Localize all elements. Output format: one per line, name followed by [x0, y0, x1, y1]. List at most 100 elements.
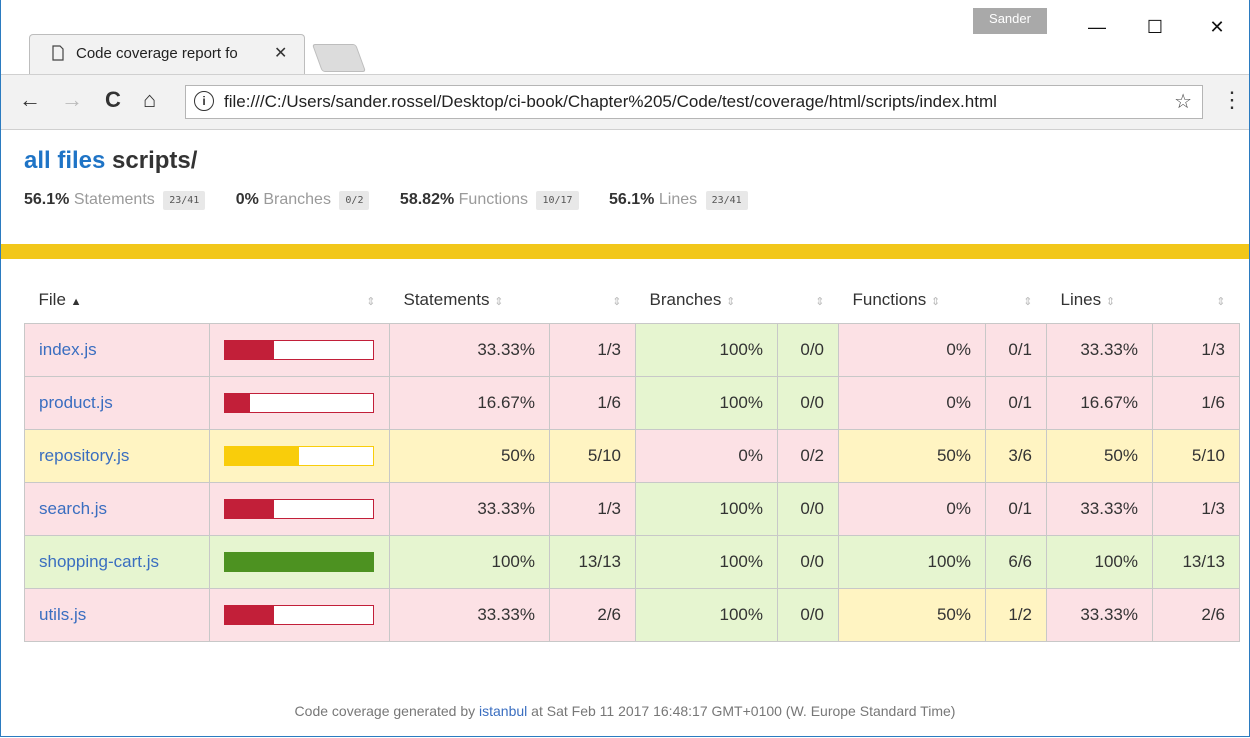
forward-icon[interactable]: → — [61, 87, 83, 113]
coverage-bar-cell — [209, 429, 390, 483]
browser-menu-icon[interactable]: ⋮ — [1221, 87, 1243, 113]
functions-fraction-header[interactable]: ⇕ — [986, 277, 1047, 324]
lines-pct: 56.1% — [609, 191, 655, 208]
coverage-status-bar — [1, 244, 1249, 259]
branches-fraction-cell: 0/0 — [777, 535, 839, 589]
coverage-bar-fill — [225, 341, 275, 359]
lines-pct-cell: 100% — [1046, 535, 1153, 589]
lines-fraction-cell: 5/10 — [1152, 429, 1240, 483]
coverage-bar — [224, 605, 374, 625]
coverage-bar-fill — [225, 553, 373, 571]
sort-icon: ⇕ — [366, 296, 376, 308]
branches-column-header[interactable]: Branches ⇕ — [636, 277, 778, 324]
coverage-bar — [224, 446, 374, 466]
profile-badge[interactable]: Sander — [973, 8, 1047, 34]
back-icon[interactable]: ← — [19, 87, 41, 113]
info-icon[interactable]: i — [194, 91, 214, 111]
table-row: shopping-cart.js 100% 13/13 100% 0/0 100% 6/6 1… — [24, 535, 1240, 589]
browser-tab[interactable]: Code coverage report fo ✕ — [29, 34, 305, 75]
folder-name: scripts/ — [112, 147, 198, 174]
tab-close-icon[interactable]: ✕ — [274, 43, 287, 63]
summary-functions: 58.82% Functions 10/17 — [400, 191, 579, 210]
file-link[interactable]: search.js — [39, 499, 107, 518]
summary-branches: 0% Branches 0/2 — [236, 191, 370, 210]
file-link[interactable]: utils.js — [39, 605, 86, 624]
reload-icon[interactable]: C — [105, 87, 121, 113]
minimize-button[interactable]: — — [1077, 14, 1117, 40]
lines-pct-cell: 50% — [1046, 429, 1153, 483]
coverage-table: File ▲ ⇕ Statements ⇕ ⇕ Branches ⇕ ⇕ Fun… — [24, 277, 1240, 642]
branches-pct-cell: 100% — [635, 535, 778, 589]
close-window-button[interactable]: ✕ — [1197, 14, 1237, 40]
branches-fraction-header[interactable]: ⇕ — [778, 277, 839, 324]
coverage-bar — [224, 499, 374, 519]
statements-fraction-cell: 1/6 — [549, 376, 636, 430]
branches-label: Branches — [263, 191, 331, 208]
bookmark-star-icon[interactable]: ☆ — [1174, 89, 1192, 114]
home-icon[interactable]: ⌂ — [143, 87, 156, 113]
lines-pct-cell: 33.33% — [1046, 588, 1153, 642]
functions-pct-cell: 50% — [838, 429, 986, 483]
file-cell: product.js — [24, 376, 210, 430]
functions-fraction-cell: 6/6 — [985, 535, 1047, 589]
functions-pct-cell: 0% — [838, 323, 986, 377]
lines-fraction: 23/41 — [705, 191, 748, 210]
sort-ascending-icon: ▲ — [70, 296, 82, 308]
branches-pct: 0% — [235, 191, 259, 208]
all-files-link[interactable]: all files — [24, 147, 105, 174]
file-link[interactable]: shopping-cart.js — [39, 552, 159, 571]
istanbul-link[interactable]: istanbul — [479, 703, 527, 719]
lines-fraction-cell: 1/3 — [1152, 482, 1240, 536]
statements-column-header[interactable]: Statements ⇕ — [390, 277, 550, 324]
coverage-bar-cell — [209, 588, 390, 642]
statements-fraction: 23/41 — [163, 191, 206, 210]
file-cell: repository.js — [24, 429, 210, 483]
branches-pct-cell: 100% — [635, 323, 778, 377]
branches-fraction-cell: 0/0 — [777, 588, 839, 642]
branches-pct-cell: 0% — [635, 429, 778, 483]
statements-pct-cell: 33.33% — [389, 323, 550, 377]
footer-prefix: Code coverage generated by — [294, 703, 476, 719]
file-cell: search.js — [24, 482, 210, 536]
functions-label: Functions — [458, 191, 529, 208]
functions-fraction-cell: 0/1 — [985, 376, 1047, 430]
coverage-bar — [224, 340, 374, 360]
statements-fraction-cell: 5/10 — [549, 429, 636, 483]
coverage-page: all files scripts/ 56.1% Statements 23/4… — [1, 129, 1249, 736]
coverage-bar-fill — [225, 606, 275, 624]
file-header-label: File — [38, 290, 66, 309]
address-bar[interactable]: i file:///C:/Users/sander.rossel/Desktop… — [185, 85, 1203, 119]
file-cell: shopping-cart.js — [24, 535, 210, 589]
functions-column-header[interactable]: Functions ⇕ — [839, 277, 986, 324]
file-column-header[interactable]: File ▲ — [25, 277, 210, 324]
bar-column-header[interactable]: ⇕ — [210, 277, 390, 324]
statements-label: Statements — [73, 191, 155, 208]
lines-pct-cell: 33.33% — [1046, 323, 1153, 377]
file-link[interactable]: product.js — [39, 393, 113, 412]
branches-header-label: Branches — [649, 290, 722, 309]
statements-fraction-cell: 1/3 — [549, 482, 636, 536]
file-cell: index.js — [24, 323, 210, 377]
maximize-button[interactable]: ☐ — [1135, 14, 1175, 40]
lines-fraction-header[interactable]: ⇕ — [1153, 277, 1240, 324]
table-header-row: File ▲ ⇕ Statements ⇕ ⇕ Branches ⇕ ⇕ Fun… — [25, 277, 1240, 324]
sort-icon: ⇕ — [930, 296, 941, 308]
functions-fraction-cell: 1/2 — [985, 588, 1047, 642]
summary-lines: 56.1% Lines 23/41 — [609, 191, 748, 210]
file-link[interactable]: index.js — [39, 340, 97, 359]
statements-fraction-header[interactable]: ⇕ — [550, 277, 636, 324]
sort-icon: ⇕ — [1216, 296, 1226, 308]
browser-window: Sander — ☐ ✕ Code coverage report fo ✕ ←… — [0, 0, 1250, 737]
file-link[interactable]: repository.js — [39, 446, 129, 465]
new-tab-button[interactable] — [311, 44, 367, 72]
coverage-bar-fill — [225, 447, 299, 465]
lines-column-header[interactable]: Lines ⇕ — [1047, 277, 1153, 324]
branches-fraction-cell: 0/0 — [777, 323, 839, 377]
branches-fraction-cell: 0/0 — [777, 376, 839, 430]
functions-header-label: Functions — [852, 290, 927, 309]
lines-fraction-cell: 1/6 — [1152, 376, 1240, 430]
statements-pct-cell: 16.67% — [389, 376, 550, 430]
page-title: all files scripts/ — [24, 147, 197, 175]
lines-label: Lines — [658, 191, 698, 208]
url-text[interactable]: file:///C:/Users/sander.rossel/Desktop/c… — [224, 92, 997, 112]
